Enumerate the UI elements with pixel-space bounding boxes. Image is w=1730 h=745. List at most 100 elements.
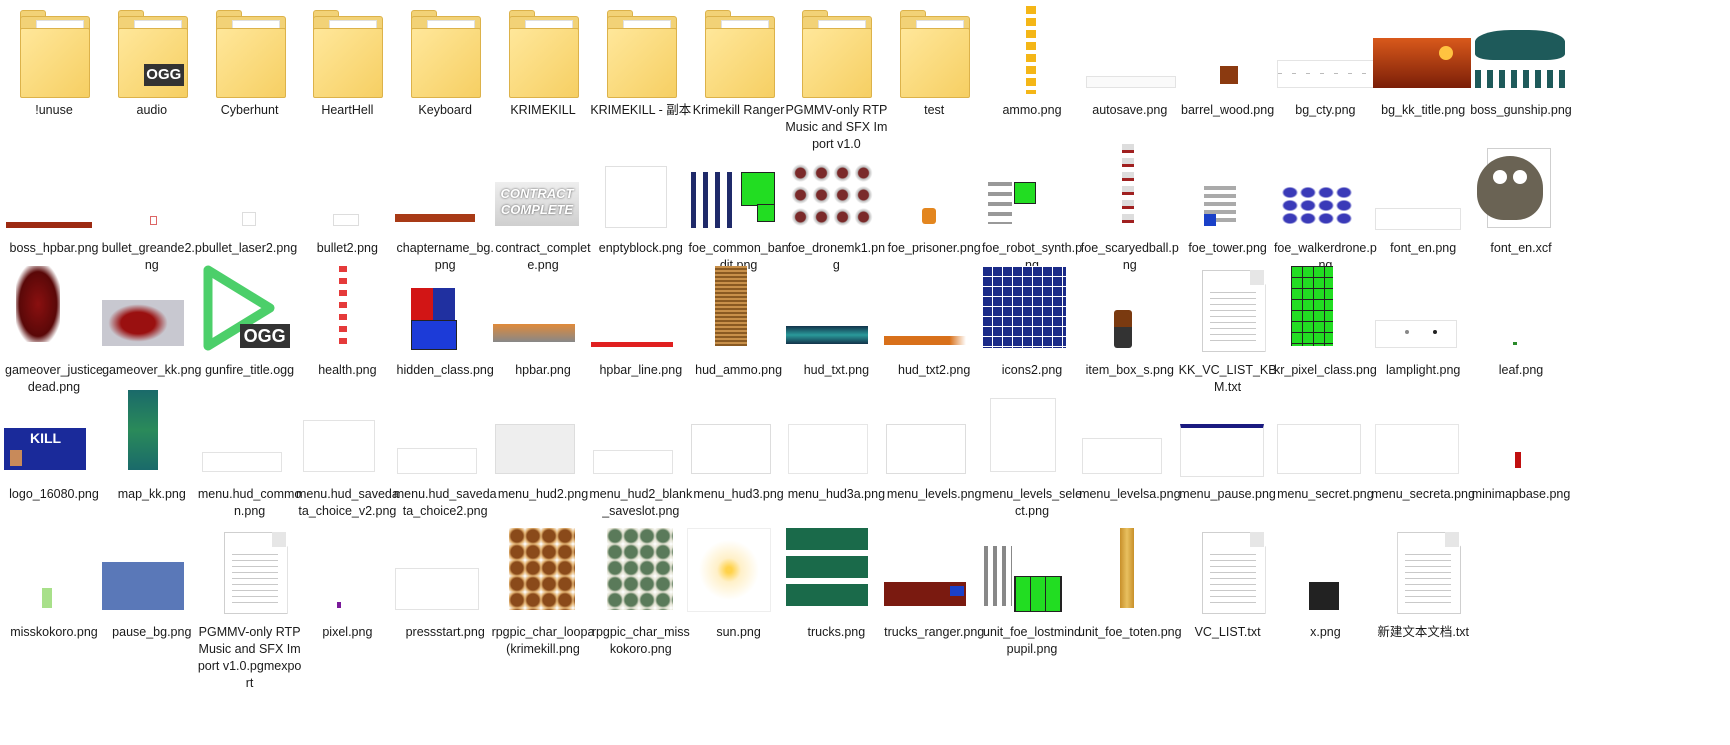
file-name-label: unit_foe_toten.png [1078,625,1182,639]
file-item[interactable]: kr_pixel_class.png [1271,264,1379,379]
file-name-label: menu_secret.png [1277,487,1374,501]
file-item[interactable]: OGG audio [98,4,206,119]
file-item[interactable]: pixel.png [293,526,401,641]
image-thumbnail [293,142,401,238]
file-item[interactable]: enptyblock.png [587,142,695,257]
file-item[interactable]: Cyberhunt [196,4,304,119]
file-item[interactable]: bullet_laser2.png [196,142,304,257]
file-item[interactable]: autosave.png [1076,4,1184,119]
file-item[interactable]: hpbar_line.png [587,264,695,379]
contract-text-1: CONTRACT [500,186,574,201]
file-item[interactable]: bg_cty.png [1271,4,1379,119]
file-item[interactable]: PGMMV-only RTP Music and SFX Import v1.0 [782,4,890,153]
file-item[interactable]: misskokoro.png [0,526,108,641]
file-item[interactable]: hidden_class.png [391,264,499,379]
file-item[interactable]: font_en.xcf [1467,142,1575,257]
file-item[interactable]: menu_levelsa.png [1076,388,1184,503]
file-item[interactable]: boss_gunship.png [1467,4,1575,119]
file-item[interactable]: menu.hud_savedata_choice_v2.png [293,388,401,520]
file-item[interactable]: CONTRACT COMPLETE contract_complete.png [489,142,597,274]
file-item[interactable]: foe_prisoner.png [880,142,988,257]
file-item[interactable]: foe_common_bandit.png [685,142,793,274]
file-item[interactable]: KILL logo_16080.png [0,388,108,503]
file-item[interactable]: map_kk.png [98,388,206,503]
file-item[interactable]: gameover_kk.png [98,264,206,379]
file-item[interactable]: gameover_justicedead.png [0,264,108,396]
file-item[interactable]: rpgpic_char_misskokoro.png [587,526,695,658]
file-item[interactable]: Keyboard [391,4,499,119]
file-item[interactable]: minimapbase.png [1467,388,1575,503]
file-item[interactable]: menu.hud_common.png [196,388,304,520]
file-item[interactable]: menu_hud2_blank_saveslot.png [587,388,695,520]
file-item[interactable]: unit_foe_toten.png [1076,526,1184,641]
folder-icon [880,4,988,100]
file-name-label: KRIMEKILL [510,103,576,117]
file-name-label: rpgpic_char_loopa(krimekill.png [491,625,595,656]
file-item[interactable]: icons2.png [978,264,1086,379]
file-item[interactable]: PGMMV-only RTP Music and SFX Import v1.0… [196,526,304,692]
file-item[interactable]: test [880,4,988,119]
file-item[interactable]: foe_scaryedball.png [1076,142,1184,274]
file-item[interactable]: bg_kk_title.png [1369,4,1477,119]
file-name-label: foe_tower.png [1188,241,1267,255]
image-thumbnail [978,526,1086,622]
file-item[interactable]: menu_hud3a.png [782,388,890,503]
file-item[interactable]: foe_dronemk1.png [782,142,890,274]
file-item[interactable]: sun.png [685,526,793,641]
file-item[interactable]: chaptername_bg.png [391,142,499,274]
file-item[interactable]: !unuse [0,4,108,119]
contract-complete-text: CONTRACT COMPLETE [495,186,579,218]
file-item[interactable]: pressstart.png [391,526,499,641]
file-item[interactable]: barrel_wood.png [1174,4,1282,119]
file-item[interactable]: rpgpic_char_loopa(krimekill.png [489,526,597,658]
file-item[interactable]: OGG gunfire_title.ogg [196,264,304,379]
image-thumbnail [196,388,304,484]
file-item[interactable]: menu_secreta.png [1369,388,1477,503]
file-item[interactable]: Krimekill Ranger [685,4,793,119]
file-name-label: item_box_s.png [1085,363,1174,377]
file-name-label: bullet2.png [316,241,378,255]
file-item[interactable]: bullet2.png [293,142,401,257]
file-item[interactable]: menu_levels.png [880,388,988,503]
file-item[interactable]: hpbar.png [489,264,597,379]
file-item[interactable]: hud_ammo.png [685,264,793,379]
audio-file-icon: OGG [196,264,304,360]
file-item[interactable]: foe_walkerdrone.png [1271,142,1379,274]
file-item[interactable]: KRIMEKILL - 副本 [587,4,695,119]
file-item[interactable]: leaf.png [1467,264,1575,379]
file-item[interactable]: menu_secret.png [1271,388,1379,503]
image-thumbnail [782,388,890,484]
image-thumbnail [293,526,401,622]
file-item[interactable]: menu_pause.png [1174,388,1282,503]
file-name-label: menu.hud_savedata_choice2.png [393,487,497,518]
file-item[interactable]: KK_VC_LIST_KBM.txt [1174,264,1282,396]
file-item[interactable]: hud_txt2.png [880,264,988,379]
file-item[interactable]: item_box_s.png [1076,264,1184,379]
file-item[interactable]: menu.hud_savedata_choice2.png [391,388,499,520]
file-item[interactable]: 新建文本文档.txt [1369,526,1477,641]
file-item[interactable]: bullet_greande2.png [98,142,206,274]
file-item[interactable]: trucks_ranger.png [880,526,988,641]
file-item[interactable]: unit_foe_lostmindpupil.png [978,526,1086,658]
file-item[interactable]: ammo.png [978,4,1086,119]
file-item[interactable]: health.png [293,264,401,379]
file-item[interactable]: font_en.png [1369,142,1477,257]
file-item[interactable]: HeartHell [293,4,401,119]
image-thumbnail [1369,264,1477,360]
file-item[interactable]: foe_robot_synth.png [978,142,1086,274]
file-item[interactable]: foe_tower.png [1174,142,1282,257]
file-item[interactable]: trucks.png [782,526,890,641]
file-item[interactable]: lamplight.png [1369,264,1477,379]
file-name-label: menu_hud2.png [497,487,589,501]
image-thumbnail [1369,4,1477,100]
file-item[interactable]: menu_levels_select.png [978,388,1086,520]
file-item[interactable]: boss_hpbar.png [0,142,108,257]
file-item[interactable]: x.png [1271,526,1379,641]
file-item[interactable]: VC_LIST.txt [1174,526,1282,641]
file-item[interactable]: menu_hud3.png [685,388,793,503]
file-item[interactable]: hud_txt.png [782,264,890,379]
image-thumbnail [880,264,988,360]
file-item[interactable]: pause_bg.png [98,526,206,641]
file-item[interactable]: menu_hud2.png [489,388,597,503]
file-item[interactable]: KRIMEKILL [489,4,597,119]
